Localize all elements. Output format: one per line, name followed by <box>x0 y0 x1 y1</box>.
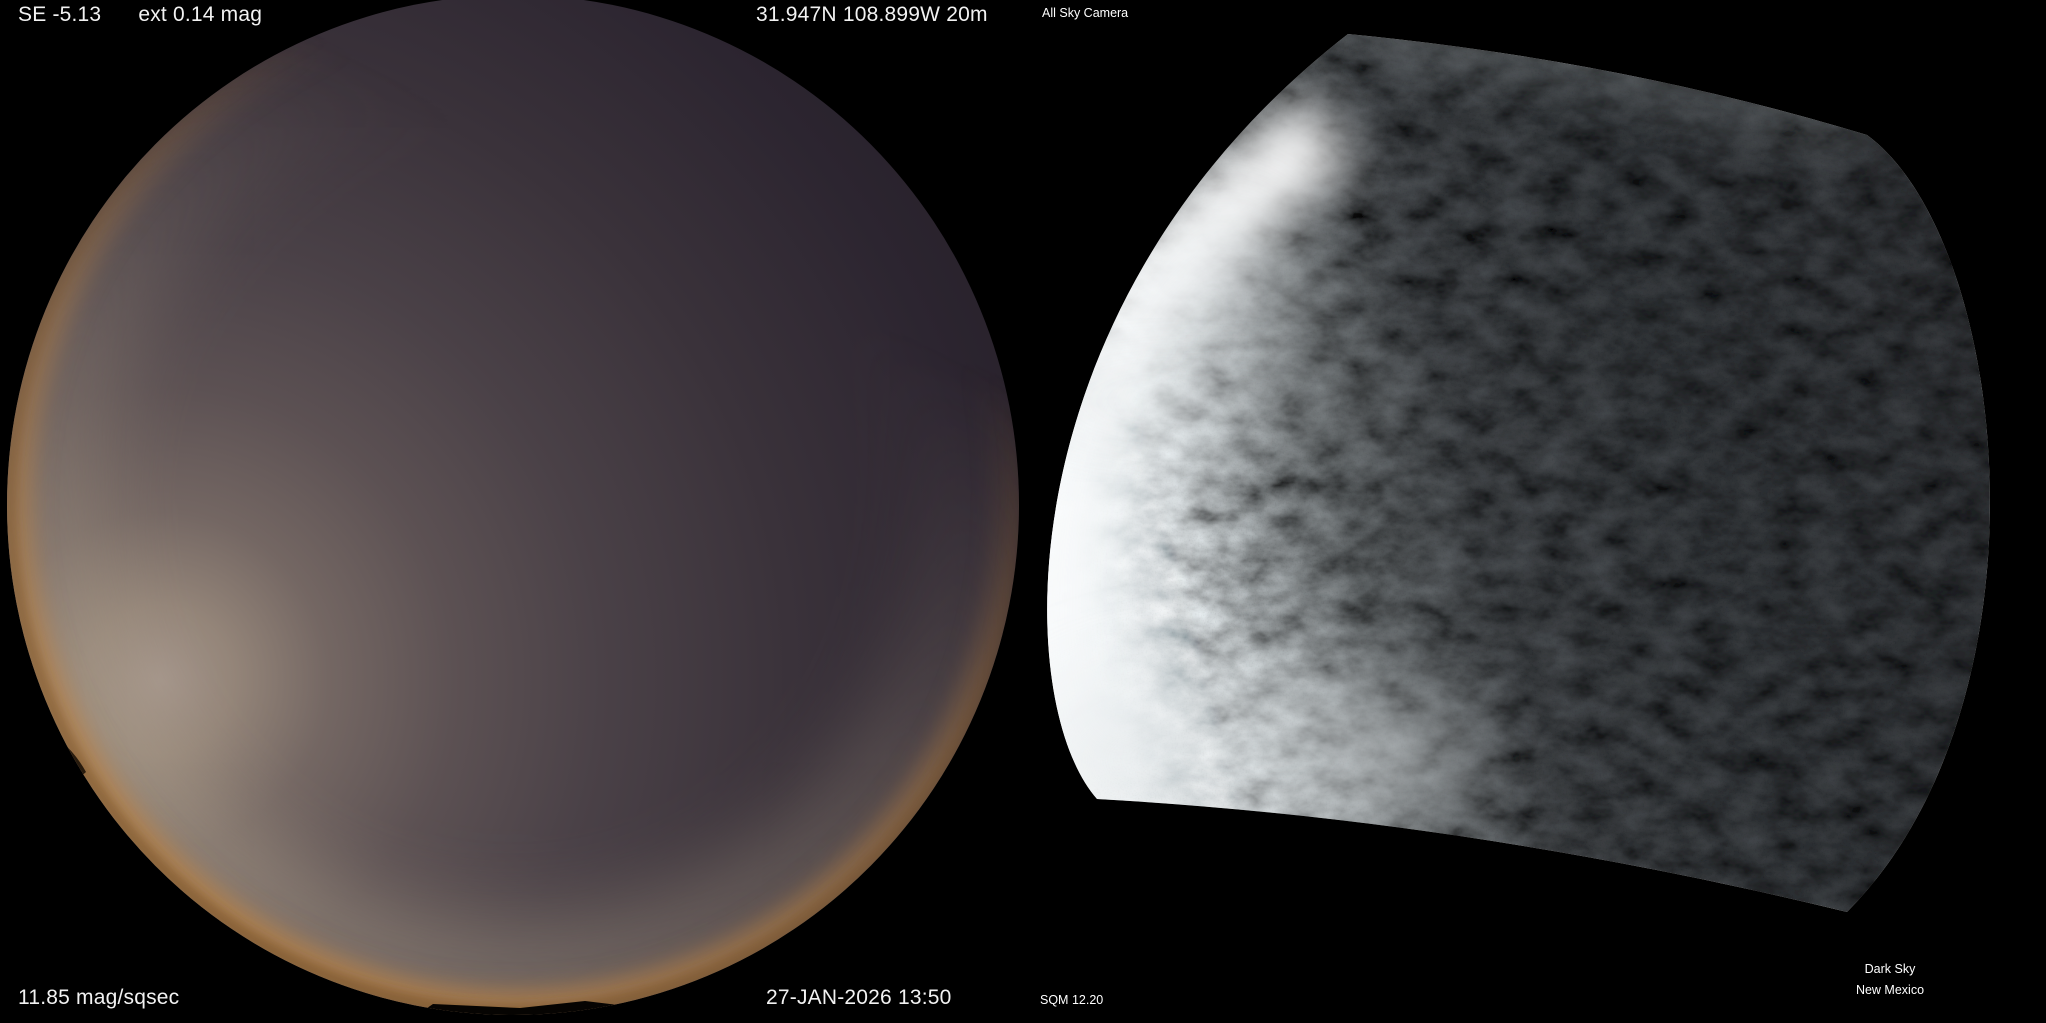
allsky-camera-screen: SE -5.13 ext 0.14 mag 31.947N 108.899W 2… <box>0 0 2046 1023</box>
allsky-graphics <box>0 0 2046 1023</box>
site-name-line2: New Mexico <box>1825 980 1955 1001</box>
sky-brightness-value: 11.85 mag/sqsec <box>18 986 179 1010</box>
visible-sky-fisheye-image <box>7 0 1019 1023</box>
site-name: Dark Sky New Mexico <box>1825 959 1955 1001</box>
sun-elevation-value: SE -5.13 <box>18 3 101 27</box>
ir-mid-wisp <box>1000 366 1420 434</box>
ir-bottom-glow <box>1020 670 1480 850</box>
site-name-line1: Dark Sky <box>1825 959 1955 980</box>
extinction-value: ext 0.14 mag <box>138 3 262 27</box>
sun-status-line: SE -5.13 ext 0.14 mag <box>18 3 262 27</box>
sqm-reading: SQM 12.20 <box>1040 993 1103 1008</box>
site-coordinates: 31.947N 108.899W 20m <box>756 3 988 27</box>
camera-title: All Sky Camera <box>1042 6 1128 21</box>
timestamp: 27-JAN-2026 13:50 <box>766 986 952 1010</box>
ir-cloud-sensor-image <box>1000 34 1990 912</box>
